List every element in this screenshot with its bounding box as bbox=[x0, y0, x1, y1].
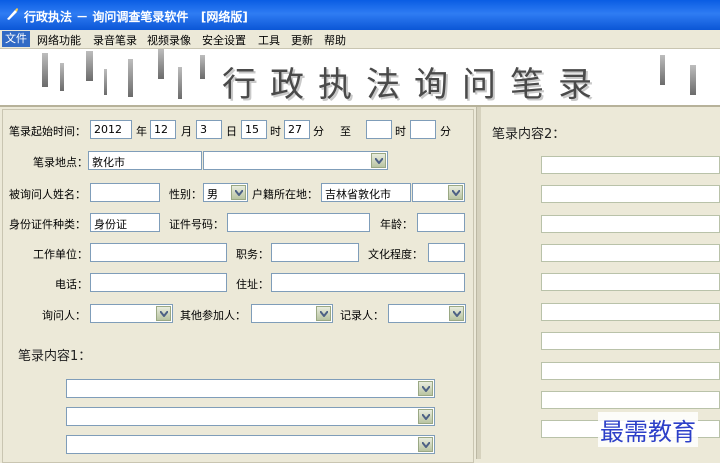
menu-tools[interactable]: 工具 bbox=[258, 32, 280, 48]
id-type-label: 身份证件种类： bbox=[9, 218, 86, 231]
address-label: 住址： bbox=[236, 278, 269, 291]
window-title: 行政执法 － 询问调查笔录软件 [网络版] bbox=[24, 10, 248, 24]
app-icon bbox=[7, 8, 18, 20]
content2-line-5[interactable] bbox=[541, 273, 720, 291]
end-minute-unit: 分 bbox=[440, 125, 451, 138]
content1-label: 笔录内容1： bbox=[18, 349, 92, 364]
chevron-down-icon[interactable] bbox=[448, 185, 463, 200]
age-label: 年龄： bbox=[380, 218, 413, 231]
age-input[interactable] bbox=[417, 213, 465, 232]
content2-line-6[interactable] bbox=[541, 303, 720, 321]
minute-unit: 分 bbox=[313, 125, 324, 138]
end-minute-input[interactable] bbox=[410, 120, 436, 139]
start-time-label: 笔录起始时间： bbox=[9, 125, 86, 138]
year-input[interactable]: 2012 bbox=[90, 120, 132, 139]
menu-bar: 文件 网络功能 录音笔录 视频录像 安全设置 工具 更新 帮助 bbox=[0, 30, 720, 49]
content1-line-1[interactable] bbox=[66, 379, 435, 398]
content2-line-7[interactable] bbox=[541, 332, 720, 350]
chevron-down-icon[interactable] bbox=[449, 306, 464, 321]
inquirer-label: 询问人： bbox=[42, 309, 86, 322]
panel-splitter[interactable] bbox=[476, 107, 481, 459]
hour-unit: 时 bbox=[270, 125, 281, 138]
content1-line-3[interactable] bbox=[66, 435, 435, 454]
gender-label: 性别： bbox=[169, 188, 202, 201]
menu-video[interactable]: 视频录像 bbox=[147, 32, 191, 48]
chevron-down-icon[interactable] bbox=[156, 306, 171, 321]
menu-file[interactable]: 文件 bbox=[2, 31, 30, 47]
watermark-logo: 最需教育 bbox=[598, 412, 698, 447]
recorder-label: 记录人： bbox=[340, 309, 384, 322]
content2-line-4[interactable] bbox=[541, 244, 720, 262]
id-no-label: 证件号码： bbox=[169, 218, 224, 231]
position-input[interactable] bbox=[271, 243, 359, 262]
hukou-select[interactable] bbox=[412, 183, 465, 202]
menu-security[interactable]: 安全设置 bbox=[202, 32, 246, 48]
content2-line-9[interactable] bbox=[541, 391, 720, 409]
content2-line-3[interactable] bbox=[541, 215, 720, 233]
end-hour-unit: 时 bbox=[395, 125, 406, 138]
banner: 行政执法询问笔录 bbox=[0, 49, 720, 105]
title-bar: 行政执法 － 询问调查笔录软件 [网络版] bbox=[0, 0, 720, 30]
content2-line-1[interactable] bbox=[541, 156, 720, 174]
name-input[interactable] bbox=[90, 183, 160, 202]
position-label: 职务： bbox=[236, 248, 269, 261]
recorder-select[interactable] bbox=[388, 304, 466, 323]
work-label: 工作单位： bbox=[33, 248, 88, 261]
work-input[interactable] bbox=[90, 243, 227, 262]
banner-title: 行政执法询问笔录 bbox=[222, 65, 606, 105]
gender-select-value: 男 bbox=[207, 188, 218, 201]
hukou-label: 户籍所在地： bbox=[252, 188, 318, 201]
phone-label: 电话： bbox=[55, 278, 88, 291]
content2-label: 笔录内容2： bbox=[492, 127, 566, 142]
banner-divider bbox=[0, 105, 720, 107]
education-input[interactable] bbox=[428, 243, 465, 262]
chevron-down-icon[interactable] bbox=[316, 306, 331, 321]
hukou-input[interactable]: 吉林省敦化市 bbox=[321, 183, 411, 202]
others-label: 其他参加人： bbox=[180, 309, 246, 322]
chevron-down-icon[interactable] bbox=[371, 153, 386, 168]
id-no-input[interactable] bbox=[227, 213, 370, 232]
chevron-down-icon[interactable] bbox=[418, 437, 433, 452]
location-label: 笔录地点： bbox=[33, 156, 88, 169]
phone-input[interactable] bbox=[90, 273, 227, 292]
day-unit: 日 bbox=[226, 125, 237, 138]
content1-line-2[interactable] bbox=[66, 407, 435, 426]
menu-help[interactable]: 帮助 bbox=[324, 32, 346, 48]
name-label: 被询问人姓名： bbox=[9, 188, 86, 201]
month-input[interactable]: 12 bbox=[150, 120, 176, 139]
menu-network[interactable]: 网络功能 bbox=[37, 32, 81, 48]
menu-update[interactable]: 更新 bbox=[291, 32, 313, 48]
to-label: 至 bbox=[340, 125, 351, 138]
inquirer-select[interactable] bbox=[90, 304, 173, 323]
chevron-down-icon[interactable] bbox=[418, 381, 433, 396]
end-hour-input[interactable] bbox=[366, 120, 392, 139]
location-select[interactable] bbox=[203, 151, 388, 170]
gender-select[interactable]: 男 bbox=[203, 183, 248, 202]
year-unit: 年 bbox=[136, 125, 147, 138]
menu-audio-record[interactable]: 录音笔录 bbox=[93, 32, 137, 48]
address-input[interactable] bbox=[271, 273, 465, 292]
hour-input[interactable]: 15 bbox=[241, 120, 267, 139]
others-select[interactable] bbox=[251, 304, 333, 323]
id-type-input[interactable]: 身份证 bbox=[90, 213, 160, 232]
content2-line-2[interactable] bbox=[541, 185, 720, 203]
education-label: 文化程度： bbox=[368, 248, 423, 261]
day-input[interactable]: 3 bbox=[196, 120, 222, 139]
content2-line-8[interactable] bbox=[541, 362, 720, 380]
chevron-down-icon[interactable] bbox=[231, 185, 246, 200]
month-unit: 月 bbox=[181, 125, 192, 138]
location-input[interactable]: 敦化市 bbox=[88, 151, 202, 170]
minute-input[interactable]: 27 bbox=[284, 120, 310, 139]
chevron-down-icon[interactable] bbox=[418, 409, 433, 424]
